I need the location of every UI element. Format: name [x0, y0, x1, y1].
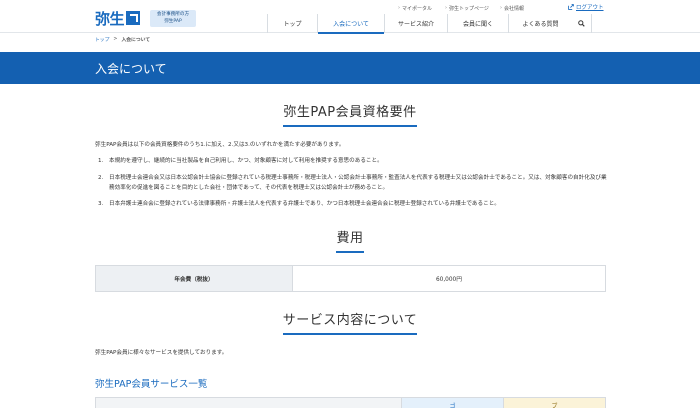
- fee-table: 年会費（税抜） 60,000円: [95, 265, 606, 292]
- logo-arrow-icon: [126, 11, 141, 25]
- chevron-right-icon: ›: [500, 5, 502, 11]
- nav-item-membership[interactable]: 入会について: [317, 14, 384, 34]
- search-button[interactable]: [572, 14, 592, 33]
- services-list-title: 弥生PAP会員サービス一覧: [95, 379, 208, 390]
- breadcrumb-home[interactable]: トップ: [95, 36, 109, 43]
- pap-badge[interactable]: 会計事務所の方 弥生PAP: [150, 10, 196, 27]
- services-heading: サービス内容について: [282, 309, 418, 335]
- services-intro: 弥生PAP会員に様々なサービスを提供しております。: [95, 350, 228, 356]
- util-link-top[interactable]: › 弥生トップページ: [445, 4, 489, 12]
- services-table: ゴ ブ: [95, 397, 606, 408]
- list-item: 3. 日本弁護士連合会に登録されている法律事務所・弁護士法人を代表する弁護士であ…: [98, 201, 500, 207]
- list-item: 2. 日本税理士会連合会又は日本公認会計士協会に登録されている税理士事務所・税理…: [98, 175, 607, 191]
- global-nav: トップ 入会について サービス紹介 会員に聞く よくある質問: [267, 14, 592, 34]
- fee-row-label: 年会費（税抜）: [96, 266, 293, 291]
- fee-heading-wrap: 費用: [0, 227, 700, 253]
- nav-item-services[interactable]: サービス紹介: [384, 14, 447, 33]
- requirements-intro: 弥生PAP会員は以下の会員資格要件のうち1.に加え、2.又は3.のいずれかを満た…: [95, 142, 345, 148]
- nav-item-top[interactable]: トップ: [267, 14, 317, 33]
- search-icon: [578, 20, 585, 27]
- requirements-list: 1. 本規約を遵守し、継続的に当社製品を自己利用し、かつ、対象顧客に対して利用を…: [95, 156, 610, 216]
- badge-line-2: 弥生PAP: [164, 19, 182, 24]
- page-title: 入会について: [95, 62, 167, 76]
- services-table-header-col3: ブ: [504, 398, 605, 408]
- external-link-icon: [568, 4, 574, 10]
- services-heading-wrap: サービス内容について: [0, 309, 700, 335]
- logout-link[interactable]: ログアウト: [568, 3, 604, 11]
- util-link-myportal[interactable]: › マイポータル: [398, 4, 432, 12]
- breadcrumb: トップ > 入会について: [95, 36, 150, 43]
- list-item: 1. 本規約を遵守し、継続的に当社製品を自己利用し、かつ、対象顧客に対して利用を…: [98, 158, 383, 164]
- page-banner: 入会について: [0, 52, 700, 84]
- badge-line-1: 会計事務所の方: [156, 12, 190, 17]
- nav-item-interviews[interactable]: 会員に聞く: [447, 14, 508, 33]
- fee-heading: 費用: [336, 227, 364, 253]
- logo-text: 弥生: [95, 9, 125, 28]
- chevron-right-icon: ›: [445, 5, 447, 11]
- nav-item-faq[interactable]: よくある質問: [508, 14, 572, 33]
- fee-row-value: 60,000円: [435, 277, 463, 283]
- yayoi-logo[interactable]: 弥生: [95, 8, 141, 28]
- chevron-right-icon: ›: [398, 5, 400, 11]
- services-table-header-col2: ゴ: [402, 398, 504, 408]
- requirements-heading: 弥生PAP会員資格要件: [283, 101, 417, 127]
- util-link-company[interactable]: › 会社情報: [500, 4, 524, 12]
- site-header: 弥生 会計事務所の方 弥生PAP › マイポータル › 弥生トップページ › 会…: [0, 0, 700, 34]
- chevron-right-icon: >: [113, 37, 118, 42]
- breadcrumb-current: 入会について: [121, 38, 151, 43]
- requirements-heading-wrap: 弥生PAP会員資格要件: [0, 101, 700, 127]
- services-table-header-blank: [96, 398, 402, 408]
